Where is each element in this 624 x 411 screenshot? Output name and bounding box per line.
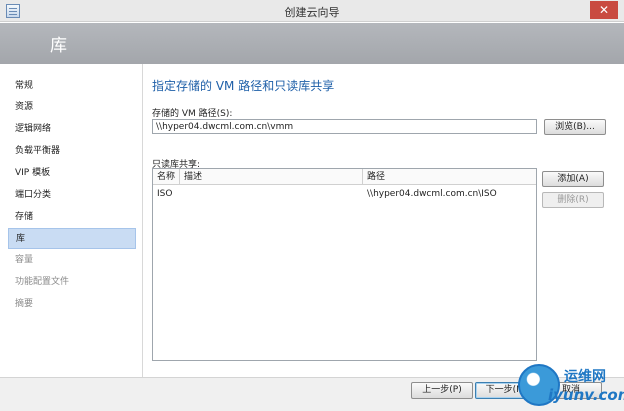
sidebar-item-resources[interactable]: 资源 bbox=[8, 97, 136, 118]
sidebar-item-storage[interactable]: 存储 bbox=[8, 207, 136, 228]
sidebar-item-library[interactable]: 库 bbox=[8, 228, 136, 249]
row-name: ISO bbox=[157, 189, 173, 199]
watermark-text-bottom: iyunv.com bbox=[548, 386, 624, 404]
sidebar-item-capacity: 容量 bbox=[15, 255, 34, 265]
sidebar-item-vip-templates[interactable]: VIP 模板 bbox=[8, 163, 136, 184]
page-title: 库 bbox=[50, 36, 67, 56]
sidebar-item-capability-profiles: 功能配置文件 bbox=[15, 277, 70, 287]
sidebar-item-load-balancers[interactable]: 负载平衡器 bbox=[8, 141, 136, 162]
sidebar-divider bbox=[142, 64, 143, 377]
watermark-text-top: 运维网 bbox=[564, 369, 606, 385]
close-button[interactable]: ✕ bbox=[590, 1, 618, 19]
sidebar-item-logical-networks[interactable]: 逻辑网络 bbox=[8, 119, 136, 140]
readonly-shares-table: 名称 描述 路径 ISO \\hyper04.dwcml.com.cn\ISO bbox=[152, 168, 537, 361]
page-header: 库 bbox=[0, 23, 624, 64]
sidebar-item-summary: 摘要 bbox=[15, 299, 34, 309]
table-header: 名称 描述 路径 bbox=[153, 169, 536, 185]
vm-path-label: 存储的 VM 路径(S): bbox=[152, 109, 233, 119]
sidebar-item-general[interactable]: 常规 bbox=[8, 76, 136, 97]
wizard-steps-sidebar: 常规 资源 逻辑网络 负载平衡器 VIP 模板 端口分类 存储 库 容量 功能配… bbox=[0, 64, 142, 377]
browse-button[interactable]: 浏览(B)... bbox=[544, 119, 606, 135]
section-heading: 指定存储的 VM 路径和只读库共享 bbox=[152, 79, 335, 93]
add-share-button[interactable]: 添加(A) bbox=[542, 171, 604, 187]
watermark-logo: 运维网 iyunv.com bbox=[518, 364, 624, 409]
table-row[interactable]: ISO \\hyper04.dwcml.com.cn\ISO bbox=[153, 186, 536, 202]
column-header-path[interactable]: 路径 bbox=[363, 169, 536, 185]
row-path: \\hyper04.dwcml.com.cn\ISO bbox=[367, 189, 497, 199]
window-title: 创建云向导 bbox=[284, 6, 340, 19]
column-header-description[interactable]: 描述 bbox=[180, 169, 363, 185]
sidebar-item-port-classifications[interactable]: 端口分类 bbox=[8, 185, 136, 206]
vm-path-input[interactable] bbox=[152, 119, 537, 134]
column-header-name[interactable]: 名称 bbox=[153, 169, 180, 185]
title-bar: 创建云向导 ✕ bbox=[0, 0, 624, 22]
previous-button[interactable]: 上一步(P) bbox=[411, 382, 473, 399]
delete-share-button: 删除(R) bbox=[542, 192, 604, 208]
